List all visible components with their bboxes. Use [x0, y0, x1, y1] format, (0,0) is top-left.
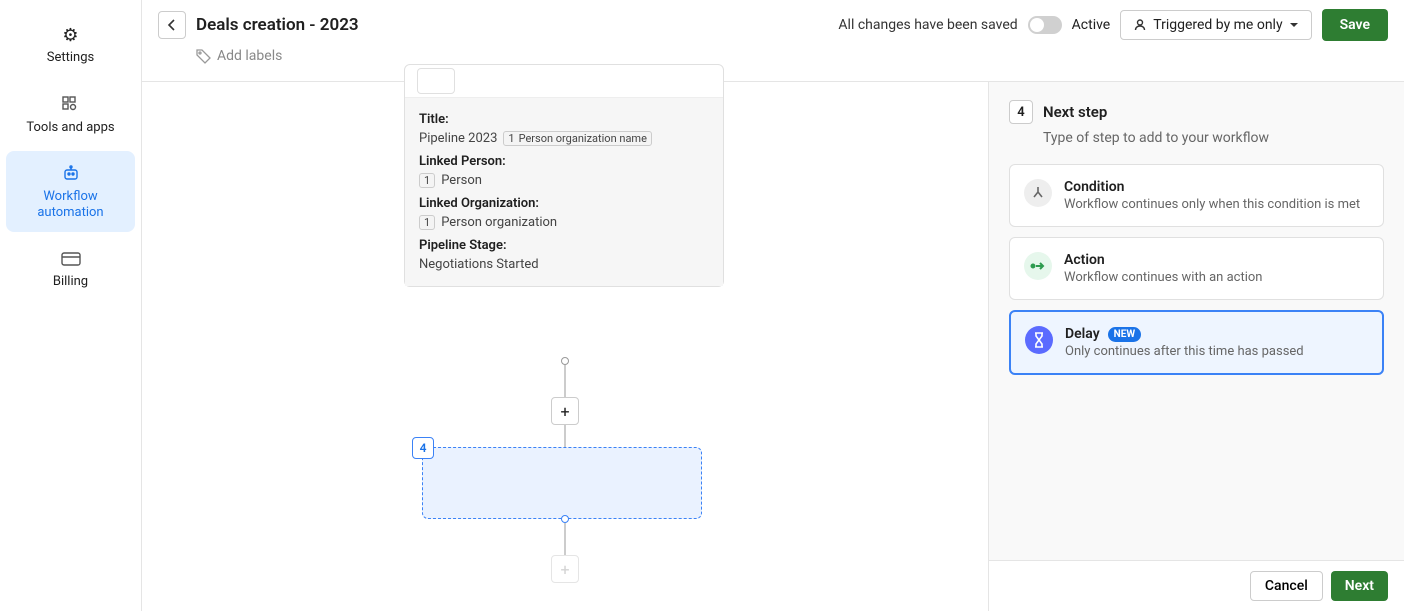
- header: Deals creation - 2023 All changes have b…: [142, 0, 1404, 82]
- sidebar-item-label: Workflow automation: [14, 189, 127, 220]
- sidebar-item-settings[interactable]: ⚙ Settings: [6, 12, 135, 78]
- field-label: Linked Organization:: [419, 196, 709, 211]
- panel-step-number: 4: [1009, 100, 1033, 124]
- variable-chip: 1: [419, 215, 435, 230]
- option-description: Only continues after this time has passe…: [1065, 344, 1304, 359]
- panel-footer: Cancel Next: [989, 560, 1404, 611]
- robot-icon: [62, 163, 80, 185]
- step-option-action[interactable]: Action Workflow continues with an action: [1009, 237, 1384, 300]
- option-title: Delay NEW: [1065, 326, 1304, 342]
- sidebar-item-workflow-automation[interactable]: Workflow automation: [6, 151, 135, 232]
- step-placeholder[interactable]: 4: [422, 447, 702, 519]
- hourglass-icon: [1025, 326, 1053, 354]
- cancel-button[interactable]: Cancel: [1250, 571, 1323, 601]
- connector-dot: [561, 515, 569, 523]
- field-value: 1 Person: [419, 173, 709, 188]
- sidebar-item-tools[interactable]: Tools and apps: [6, 82, 135, 148]
- sidebar-item-label: Billing: [53, 274, 88, 290]
- active-toggle[interactable]: [1028, 16, 1062, 34]
- connector-line: [564, 523, 566, 555]
- trigger-label: Triggered by me only: [1153, 17, 1282, 33]
- tag-icon: [196, 49, 211, 64]
- add-labels-button[interactable]: Add labels: [158, 48, 1388, 64]
- grid-icon: [62, 94, 80, 116]
- add-step-button[interactable]: +: [551, 397, 579, 425]
- add-labels-text: Add labels: [217, 48, 282, 64]
- connector-line: [564, 365, 566, 397]
- save-button[interactable]: Save: [1322, 9, 1388, 41]
- option-description: Workflow continues only when this condit…: [1064, 197, 1360, 212]
- variable-chip: 1Person organization name: [503, 131, 652, 146]
- next-button[interactable]: Next: [1331, 571, 1388, 601]
- workflow-canvas: Title: Pipeline 2023 1Person organizatio…: [142, 82, 988, 611]
- new-badge: NEW: [1108, 327, 1141, 342]
- gear-icon: ⚙: [62, 24, 78, 46]
- sidebar: ⚙ Settings Tools and apps Workflow autom…: [0, 0, 142, 611]
- field-label: Linked Person:: [419, 154, 709, 169]
- page-title: Deals creation - 2023: [196, 15, 359, 35]
- step-icon: [417, 68, 455, 94]
- sidebar-item-billing[interactable]: Billing: [6, 236, 135, 302]
- option-description: Workflow continues with an action: [1064, 270, 1262, 285]
- connector-line: [564, 425, 566, 447]
- arrow-right-icon: [1024, 252, 1052, 280]
- add-step-button-disabled: +: [551, 555, 579, 583]
- sidebar-item-label: Tools and apps: [26, 120, 114, 136]
- field-label: Pipeline Stage:: [419, 238, 709, 253]
- chevron-down-icon: [1289, 20, 1299, 30]
- panel-subtitle: Type of step to add to your workflow: [1043, 130, 1384, 146]
- option-title: Condition: [1064, 179, 1360, 195]
- field-value: Pipeline 2023 1Person organization name: [419, 131, 709, 146]
- step-option-condition[interactable]: Condition Workflow continues only when t…: [1009, 164, 1384, 227]
- workflow-step-card[interactable]: Title: Pipeline 2023 1Person organizatio…: [404, 64, 724, 287]
- step-config-panel: 4 Next step Type of step to add to your …: [988, 82, 1404, 611]
- field-value: 1 Person organization: [419, 215, 709, 230]
- step-option-delay[interactable]: Delay NEW Only continues after this time…: [1009, 310, 1384, 375]
- variable-chip: 1: [419, 173, 435, 188]
- branch-icon: [1024, 179, 1052, 207]
- sidebar-item-label: Settings: [47, 50, 94, 66]
- trigger-filter-button[interactable]: Triggered by me only: [1120, 10, 1311, 40]
- panel-title: Next step: [1043, 103, 1107, 121]
- option-title: Action: [1064, 252, 1262, 268]
- field-value: Negotiations Started: [419, 257, 709, 272]
- active-label: Active: [1072, 17, 1111, 33]
- back-button[interactable]: [158, 11, 186, 39]
- step-number-badge: 4: [412, 437, 434, 459]
- connector-dot: [561, 357, 569, 365]
- credit-card-icon: [61, 248, 81, 270]
- user-icon: [1133, 18, 1147, 32]
- save-status: All changes have been saved: [838, 17, 1017, 33]
- field-label: Title:: [419, 112, 709, 127]
